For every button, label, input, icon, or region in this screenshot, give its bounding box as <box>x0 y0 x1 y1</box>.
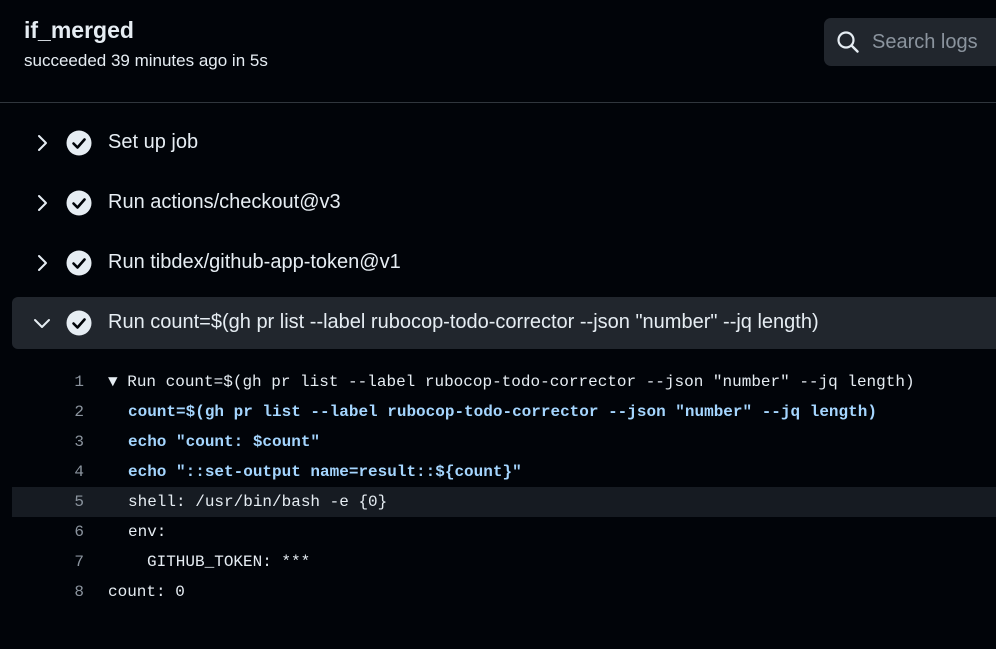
job-status-text: succeeded 39 minutes ago in 5s <box>24 51 268 70</box>
line-number[interactable]: 7 <box>12 553 84 571</box>
line-number[interactable]: 5 <box>12 493 84 511</box>
step-label: Run count=$(gh pr list --label rubocop-t… <box>108 311 819 333</box>
chevron-right-icon <box>38 195 47 211</box>
log-line[interactable]: 1 ▼ Run count=$(gh pr list --label ruboc… <box>12 367 996 397</box>
check-circle-icon <box>66 250 92 276</box>
check-circle-icon <box>66 190 92 216</box>
step-github-app-token[interactable]: Run tibdex/github-app-token@v1 <box>12 237 996 289</box>
log-text: Run count=$(gh pr list --label rubocop-t… <box>127 373 915 391</box>
caret-down-icon[interactable]: ▼ <box>108 373 118 391</box>
log-command-text: echo "count: $count" <box>128 433 321 451</box>
line-number[interactable]: 8 <box>12 583 84 601</box>
log-line[interactable]: 3 echo "count: $count" <box>12 427 996 457</box>
log-line[interactable]: 8 count: 0 <box>12 577 996 607</box>
log-group-header[interactable]: ▼ Run count=$(gh pr list --label rubocop… <box>108 373 915 391</box>
search-icon <box>837 31 859 53</box>
line-number[interactable]: 6 <box>12 523 84 541</box>
step-label: Set up job <box>108 131 199 153</box>
log-text: env: <box>128 523 167 541</box>
chevron-right-icon <box>38 135 47 151</box>
step-label: Run tibdex/github-app-token@v1 <box>108 251 401 273</box>
log-line-highlighted[interactable]: 5 shell: /usr/bin/bash -e {0} <box>12 487 996 517</box>
log-command-text: echo "::set-output name=result::${count}… <box>128 463 522 481</box>
check-circle-icon <box>66 130 92 156</box>
line-number[interactable]: 2 <box>12 403 84 421</box>
step-checkout[interactable]: Run actions/checkout@v3 <box>12 177 996 229</box>
line-number[interactable]: 4 <box>12 463 84 481</box>
log-command-text: count=$(gh pr list --label rubocop-todo-… <box>128 403 877 421</box>
log-text: GITHUB_TOKEN: *** <box>147 553 311 571</box>
line-number[interactable]: 1 <box>12 373 84 391</box>
step-log-output: 1 ▼ Run count=$(gh pr list --label ruboc… <box>12 367 996 607</box>
log-text: count: 0 <box>108 583 185 601</box>
chevron-right-icon <box>38 255 47 271</box>
line-number[interactable]: 3 <box>12 433 84 451</box>
search-placeholder: Search logs <box>872 31 978 53</box>
job-header: if_merged succeeded 39 minutes ago in 5s… <box>0 0 996 103</box>
check-circle-icon <box>66 310 92 336</box>
step-set-up-job[interactable]: Set up job <box>12 117 996 169</box>
chevron-down-icon <box>34 319 50 328</box>
step-run-count[interactable]: Run count=$(gh pr list --label rubocop-t… <box>12 297 996 349</box>
step-label: Run actions/checkout@v3 <box>108 191 341 213</box>
log-line[interactable]: 4 echo "::set-output name=result::${coun… <box>12 457 996 487</box>
job-title: if_merged <box>24 17 134 43</box>
search-logs-input[interactable]: Search logs <box>824 18 996 66</box>
log-text: shell: /usr/bin/bash -e {0} <box>128 493 388 511</box>
log-line[interactable]: 7 GITHUB_TOKEN: *** <box>12 547 996 577</box>
log-line[interactable]: 2 count=$(gh pr list --label rubocop-tod… <box>12 397 996 427</box>
log-line[interactable]: 6 env: <box>12 517 996 547</box>
